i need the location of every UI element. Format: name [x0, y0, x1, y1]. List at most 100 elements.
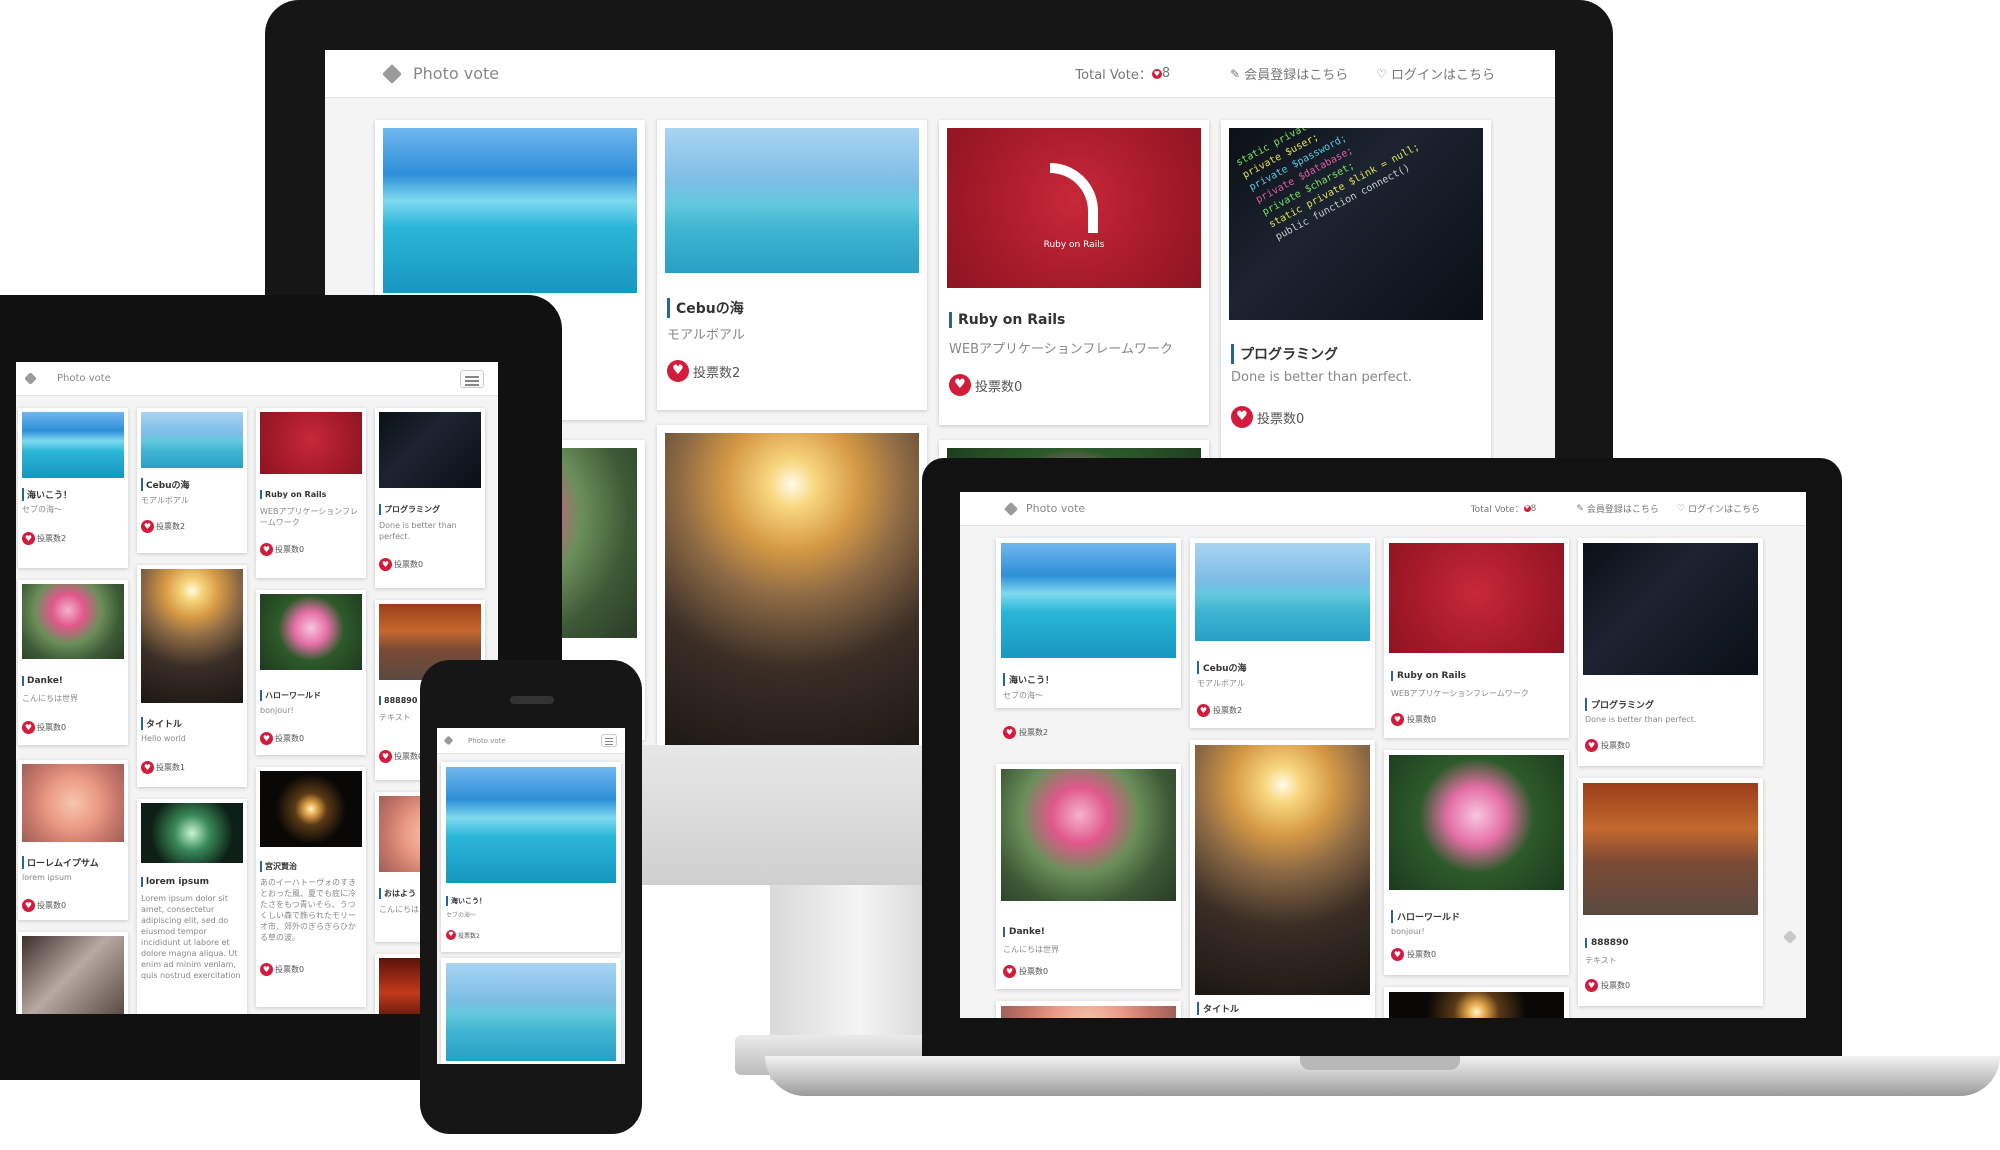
- photo[interactable]: [1389, 755, 1564, 890]
- login-link[interactable]: ログインはこちら: [1391, 64, 1495, 83]
- photo-card[interactable]: ハローワールド bonjour! ♥ 投票数0: [256, 590, 366, 755]
- photo-card[interactable]: Danke! こんにちは世界 ♥ 投票数0: [18, 580, 128, 745]
- heart-icon: ♥: [1197, 704, 1210, 717]
- photo-card[interactable]: タイトル Hello world ♥ 投票数1: [137, 565, 247, 787]
- vote-count: 投票数0: [275, 965, 305, 974]
- photo[interactable]: [383, 128, 637, 293]
- photo-card[interactable]: Ruby on Rails WEBアプリケーションフレームワーク ♥ 投票数0: [256, 408, 366, 578]
- photo-card[interactable]: Ruby on Rails Ruby on Rails WEBアプリケーションフ…: [939, 120, 1209, 425]
- vote-count: 投票数0: [394, 560, 424, 569]
- photo-card[interactable]: ハローワールド bonjour! ♥ 投票数0: [1384, 750, 1569, 975]
- photo[interactable]: [141, 569, 243, 703]
- photo-card[interactable]: [657, 425, 927, 745]
- photo[interactable]: [1389, 992, 1564, 1018]
- vote-button[interactable]: ♥ 投票数2: [141, 520, 185, 533]
- total-vote-count: 8: [1530, 503, 1537, 514]
- menu-toggle-button[interactable]: [460, 370, 484, 388]
- scroll-top-icon[interactable]: [1782, 929, 1798, 945]
- photo[interactable]: [22, 412, 124, 478]
- photo-card[interactable]: lorem ipsum Lorem ipsum dolor sit amet, …: [137, 799, 247, 1014]
- heart-icon: ♥: [379, 558, 392, 571]
- vote-button[interactable]: ♥ 投票数0: [22, 899, 66, 912]
- brand[interactable]: Photo vote: [382, 63, 499, 84]
- vote-button[interactable]: ♥ 投票数2: [667, 360, 740, 382]
- vote-button[interactable]: ♥ 投票数0: [379, 558, 423, 571]
- vote-button[interactable]: ♥ 投票数0: [1585, 739, 1630, 752]
- brand[interactable]: Photo vote: [443, 735, 506, 746]
- photo-card[interactable]: 海いこう！ セブの海〜: [996, 538, 1181, 708]
- photo[interactable]: Ruby on Rails: [947, 128, 1201, 288]
- vote-count: 投票数2: [1213, 706, 1243, 715]
- photo[interactable]: [1583, 543, 1758, 675]
- photo-card[interactable]: Cebuの海 モアルボアル ♥ 投票数2: [657, 120, 927, 410]
- vote-button[interactable]: ♥ 投票数0: [22, 721, 66, 734]
- photo-card[interactable]: ローレムイプサム lorem ipsum ♥ 投票数0: [18, 760, 128, 920]
- photo-card[interactable]: 海いこう！ セブの海〜 ♥ 投票数2: [441, 762, 621, 952]
- photo[interactable]: [141, 412, 243, 468]
- photo[interactable]: [260, 594, 362, 670]
- photo-card[interactable]: [441, 958, 621, 1064]
- photo-card[interactable]: static private $host; private $user; pri…: [1221, 120, 1491, 460]
- login-link[interactable]: ログインはこちら: [1688, 502, 1760, 515]
- photo-card[interactable]: Danke! こんにちは世界 ♥ 投票数0: [996, 764, 1181, 989]
- photo[interactable]: [1195, 543, 1370, 641]
- vote-button[interactable]: ♥ 投票数0: [1231, 406, 1304, 428]
- vote-button[interactable]: ♥ 投票数0: [1585, 979, 1630, 992]
- photo-card[interactable]: プログラミング Done is better than perfect. ♥ 投…: [375, 408, 485, 588]
- vote-button[interactable]: ♥ 投票数0: [1391, 948, 1436, 961]
- heart-icon: ♥: [1231, 406, 1253, 428]
- photo[interactable]: [446, 963, 616, 1061]
- photo[interactable]: [260, 771, 362, 847]
- photo[interactable]: static private $host; private $user; pri…: [1229, 128, 1483, 320]
- vote-count: 投票数0: [37, 901, 67, 910]
- vote-button[interactable]: ♥ 投票数0: [260, 963, 304, 976]
- photo[interactable]: [1001, 543, 1176, 658]
- vote-button[interactable]: ♥ 投票数2: [446, 930, 480, 940]
- photo-card[interactable]: 海いこう！ セブの海〜 ♥ 投票数2: [18, 408, 128, 568]
- photo-card[interactable]: Cebuの海 モアルボアル ♥ 投票数2: [137, 408, 247, 553]
- card-title: Cebuの海: [1197, 661, 1247, 674]
- vote-button[interactable]: ♥ 投票数0: [1391, 713, 1436, 726]
- photo[interactable]: [260, 412, 362, 474]
- vote-button[interactable]: ♥ 投票数0: [260, 543, 304, 556]
- vote-button[interactable]: ♥ 投票数0: [1003, 965, 1048, 978]
- signup-link[interactable]: 会員登録はこちら: [1587, 502, 1659, 515]
- photo[interactable]: [379, 412, 481, 488]
- vote-button[interactable]: ♥ 投票数2: [22, 532, 66, 545]
- photo-card[interactable]: [996, 1001, 1181, 1018]
- photo-card[interactable]: プログラミング Done is better than perfect. ♥ 投…: [1578, 538, 1763, 766]
- photo[interactable]: [22, 584, 124, 659]
- photo-card[interactable]: Ruby on Rails WEBアプリケーションフレームワーク ♥ 投票数0: [1384, 538, 1569, 738]
- heartbeat-icon: ♡: [1376, 66, 1387, 81]
- vote-button[interactable]: ♥ 投票数0: [949, 374, 1022, 396]
- photo[interactable]: [1001, 769, 1176, 901]
- photo-card[interactable]: 888890 テキスト ♥ 投票数0: [1578, 778, 1763, 1006]
- brand[interactable]: Photo vote: [24, 372, 111, 385]
- vote-button[interactable]: ♥ 投票数1: [141, 761, 185, 774]
- photo[interactable]: [446, 767, 616, 883]
- card-title: タイトル: [141, 717, 182, 730]
- photo-card[interactable]: タイトル: [1190, 740, 1375, 1018]
- menu-toggle-button[interactable]: [601, 734, 617, 747]
- card-desc: モアルボアル: [141, 496, 189, 505]
- photo-card[interactable]: [1384, 987, 1569, 1018]
- photo[interactable]: [1001, 1006, 1176, 1018]
- photo[interactable]: [22, 936, 124, 1014]
- vote-button[interactable]: ♥ 投票数0: [379, 750, 423, 763]
- photo-card[interactable]: 宮沢賢治 あのイーハトーヴォのすきとおった風、夏でも底に冷たさをもつ青いそら、う…: [256, 767, 366, 1007]
- photo[interactable]: [1583, 783, 1758, 915]
- brand[interactable]: Photo vote: [1003, 501, 1085, 516]
- photo[interactable]: [1195, 745, 1370, 995]
- photo[interactable]: [665, 433, 919, 745]
- signup-link[interactable]: 会員登録はこちら: [1244, 64, 1348, 83]
- photo[interactable]: [141, 803, 243, 863]
- vote-button[interactable]: ♥ 投票数2: [1197, 704, 1242, 717]
- vote-button[interactable]: ♥ 投票数2: [1003, 726, 1048, 739]
- photo[interactable]: [665, 128, 919, 273]
- photo-card[interactable]: Cebuの海 モアルボアル ♥ 投票数2: [1190, 538, 1375, 728]
- photo[interactable]: [22, 764, 124, 842]
- photo-card[interactable]: [18, 932, 128, 1014]
- vote-button[interactable]: ♥ 投票数0: [260, 732, 304, 745]
- card-title: タイトル: [1197, 1002, 1239, 1015]
- photo[interactable]: [1389, 543, 1564, 653]
